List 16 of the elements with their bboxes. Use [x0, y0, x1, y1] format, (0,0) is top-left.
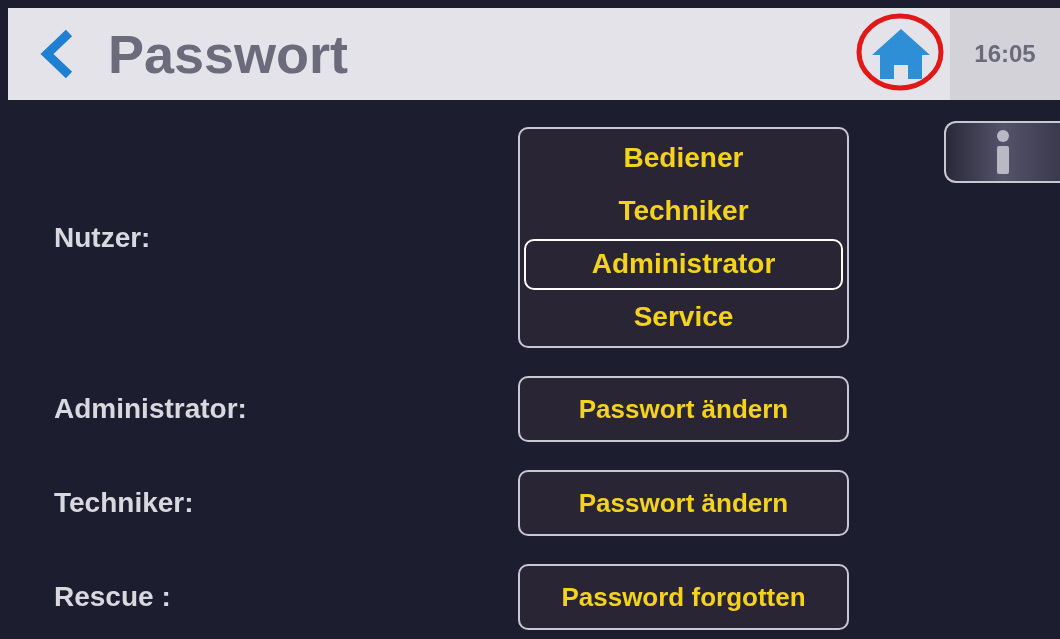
user-option[interactable]: Techniker: [524, 185, 843, 237]
clock-time: 16:05: [974, 39, 1036, 69]
password-button[interactable]: Passwort ändern: [518, 376, 849, 442]
home-icon: [870, 27, 932, 81]
field-label: Techniker:: [53, 486, 195, 520]
field-label: Rescue :: [53, 580, 172, 614]
info-button[interactable]: [944, 121, 1060, 183]
password-button[interactable]: Password forgotten: [518, 564, 849, 630]
password-button[interactable]: Passwort ändern: [518, 470, 849, 536]
page-title: Passwort: [108, 27, 349, 81]
user-option[interactable]: Bediener: [524, 132, 843, 184]
info-icon: [995, 129, 1011, 175]
field-label: Nutzer:: [53, 220, 152, 255]
user-option[interactable]: Administrator: [524, 238, 843, 290]
user-option[interactable]: Service: [524, 291, 843, 343]
field-label: Administrator:: [53, 392, 248, 426]
